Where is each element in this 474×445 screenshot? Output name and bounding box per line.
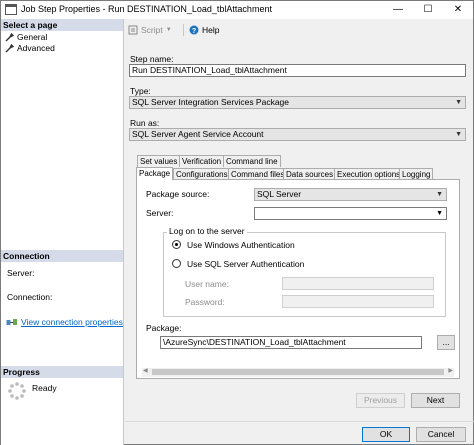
- windows-auth-radio[interactable]: [172, 240, 181, 249]
- left-panel: Select a page General Advanced Connectio…: [1, 19, 124, 445]
- script-button[interactable]: Script ▼: [128, 25, 172, 35]
- chevron-down-icon: ▼: [455, 131, 462, 138]
- svg-text:?: ?: [192, 28, 196, 35]
- type-label: Type:: [130, 86, 151, 96]
- page-item-advanced[interactable]: Advanced: [5, 43, 55, 53]
- package-label: Package:: [146, 323, 182, 333]
- run-as-select[interactable]: SQL Server Agent Service Account ▼: [129, 128, 466, 141]
- package-source-select[interactable]: SQL Server ▼: [254, 188, 447, 201]
- package-path-field[interactable]: \AzureSync\DESTINATION_Load_tblAttachmen…: [160, 336, 422, 349]
- password-field[interactable]: [282, 295, 434, 308]
- chevron-down-icon: ▼: [436, 210, 443, 217]
- job-step-properties-window: Job Step Properties - Run DESTINATION_Lo…: [0, 0, 474, 445]
- username-label: User name:: [185, 279, 229, 289]
- close-window-button[interactable]: ✕: [443, 1, 473, 19]
- wrench-icon: [5, 32, 14, 41]
- view-connection-properties-link[interactable]: View connection properties: [6, 317, 123, 327]
- tab-command-line[interactable]: Command line: [223, 155, 281, 167]
- select-page-header: Select a page: [1, 19, 123, 31]
- toolbar-divider: [183, 24, 184, 36]
- horizontal-scrollbar[interactable]: ◀ ▶: [142, 368, 454, 377]
- help-label: Help: [202, 25, 220, 35]
- progress-header: Progress: [1, 366, 123, 378]
- run-as-select-value: SQL Server Agent Service Account: [132, 129, 264, 139]
- page-item-label: General: [17, 32, 48, 42]
- chevron-down-icon: ▼: [165, 27, 172, 33]
- run-as-label: Run as:: [130, 118, 160, 128]
- cancel-button[interactable]: Cancel: [416, 427, 466, 442]
- package-source-label: Package source:: [146, 189, 210, 199]
- connection-server-label: Server:: [7, 268, 35, 278]
- scroll-left-icon[interactable]: ◀: [143, 367, 148, 374]
- scrollbar-thumb[interactable]: [152, 369, 444, 375]
- password-label: Password:: [185, 297, 225, 307]
- sql-auth-radio[interactable]: [172, 259, 181, 268]
- progress-spinner-icon: [8, 382, 26, 400]
- view-connection-properties-label: View connection properties: [21, 317, 123, 327]
- tab-package[interactable]: Package: [136, 167, 174, 180]
- toolbar: Script ▼ ? Help: [125, 20, 474, 40]
- ok-button[interactable]: OK: [362, 427, 410, 442]
- window-title: Job Step Properties - Run DESTINATION_Lo…: [21, 4, 272, 14]
- title-bar: Job Step Properties - Run DESTINATION_Lo…: [1, 1, 473, 19]
- step-name-field[interactable]: Run DESTINATION_Load_tblAttachment: [129, 64, 466, 77]
- package-source-value: SQL Server: [257, 189, 302, 199]
- browse-package-button[interactable]: ...: [437, 335, 455, 350]
- window-icon: [5, 4, 17, 15]
- connection-properties-icon: [6, 318, 17, 325]
- script-icon: [128, 25, 138, 35]
- sql-auth-label: Use SQL Server Authentication: [187, 259, 305, 269]
- server-label: Server:: [146, 208, 174, 218]
- scroll-right-icon[interactable]: ▶: [448, 367, 453, 374]
- package-tab-panel: Package source: SQL Server ▼ Server: ▼ L…: [136, 179, 460, 379]
- wrench-icon: [5, 43, 14, 52]
- minimize-button[interactable]: —: [383, 1, 413, 19]
- script-label: Script: [141, 25, 163, 35]
- type-select[interactable]: SQL Server Integration Services Package …: [129, 96, 466, 109]
- username-field[interactable]: [282, 277, 434, 290]
- connection-header: Connection: [1, 250, 123, 262]
- windows-auth-label: Use Windows Authentication: [187, 240, 295, 250]
- chevron-down-icon: ▼: [436, 191, 443, 198]
- help-button[interactable]: ? Help: [189, 25, 219, 35]
- server-combo[interactable]: ▼: [254, 207, 447, 220]
- footer-divider: [125, 421, 474, 422]
- step-name-label: Step name:: [130, 54, 174, 64]
- logon-group-label: Log on to the server: [167, 226, 247, 236]
- tab-verification[interactable]: Verification: [179, 155, 225, 167]
- previous-button[interactable]: Previous: [356, 393, 405, 408]
- maximize-button[interactable]: ☐: [413, 1, 443, 19]
- page-item-label: Advanced: [17, 43, 55, 53]
- page-item-general[interactable]: General: [5, 32, 47, 42]
- type-select-value: SQL Server Integration Services Package: [132, 97, 290, 107]
- connection-connection-label: Connection:: [7, 292, 53, 302]
- chevron-down-icon: ▼: [455, 99, 462, 106]
- next-button[interactable]: Next: [411, 393, 460, 408]
- tab-set-values[interactable]: Set values: [137, 155, 181, 167]
- help-icon: ?: [189, 25, 199, 35]
- progress-status: Ready: [32, 383, 57, 393]
